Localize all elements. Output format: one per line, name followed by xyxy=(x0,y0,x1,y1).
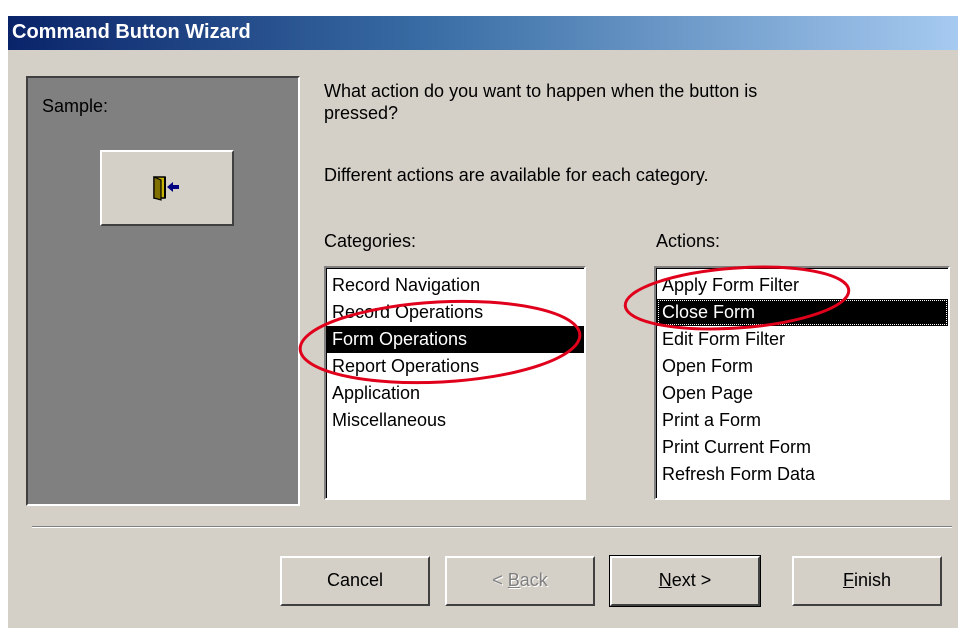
actions-listbox[interactable]: Apply Form Filter Close Form Edit Form Fil… xyxy=(654,266,950,500)
title-bar[interactable]: Command Button Wizard xyxy=(8,16,958,50)
wizard-window: Command Button Wizard Sample: What actio… xyxy=(8,16,958,628)
back-button[interactable]: < Back xyxy=(445,556,595,606)
sample-button xyxy=(100,150,234,226)
list-item[interactable]: Open Form xyxy=(657,353,948,380)
sample-panel: Sample: xyxy=(26,76,300,506)
list-item[interactable]: Open Page xyxy=(657,380,948,407)
list-item[interactable]: Form Operations xyxy=(327,326,584,353)
categories-listbox[interactable]: Record Navigation Record Operations Form O… xyxy=(324,266,586,500)
list-item[interactable]: Close Form xyxy=(657,299,948,326)
list-item[interactable]: Print Current Form xyxy=(657,434,948,461)
question-line-1: What action do you want to happen when t… xyxy=(324,81,758,101)
list-item[interactable]: Refresh Form Data xyxy=(657,461,948,488)
cancel-button[interactable]: Cancel xyxy=(280,556,430,606)
list-item[interactable]: Record Navigation xyxy=(327,272,584,299)
actions-note: Different actions are available for each… xyxy=(324,165,709,185)
exit-door-icon xyxy=(153,176,179,201)
list-item[interactable]: Report Operations xyxy=(327,353,584,380)
window-title: Command Button Wizard xyxy=(12,21,251,43)
list-item[interactable]: Print a Form xyxy=(657,407,948,434)
separator xyxy=(32,526,952,528)
actions-label: Actions: xyxy=(656,231,721,251)
next-button[interactable]: Next > xyxy=(609,555,761,607)
finish-button[interactable]: Finish xyxy=(792,556,942,606)
question-text: What action do you want to happen when t… xyxy=(324,80,757,124)
list-item[interactable]: Apply Form Filter xyxy=(657,272,948,299)
list-item[interactable]: Application xyxy=(327,380,584,407)
categories-label: Categories: xyxy=(324,231,417,251)
list-item[interactable]: Record Operations xyxy=(327,299,584,326)
list-item[interactable]: Edit Form Filter xyxy=(657,326,948,353)
question-line-2: pressed? xyxy=(324,103,399,123)
list-item[interactable]: Miscellaneous xyxy=(327,407,584,434)
sample-label: Sample: xyxy=(42,96,109,116)
